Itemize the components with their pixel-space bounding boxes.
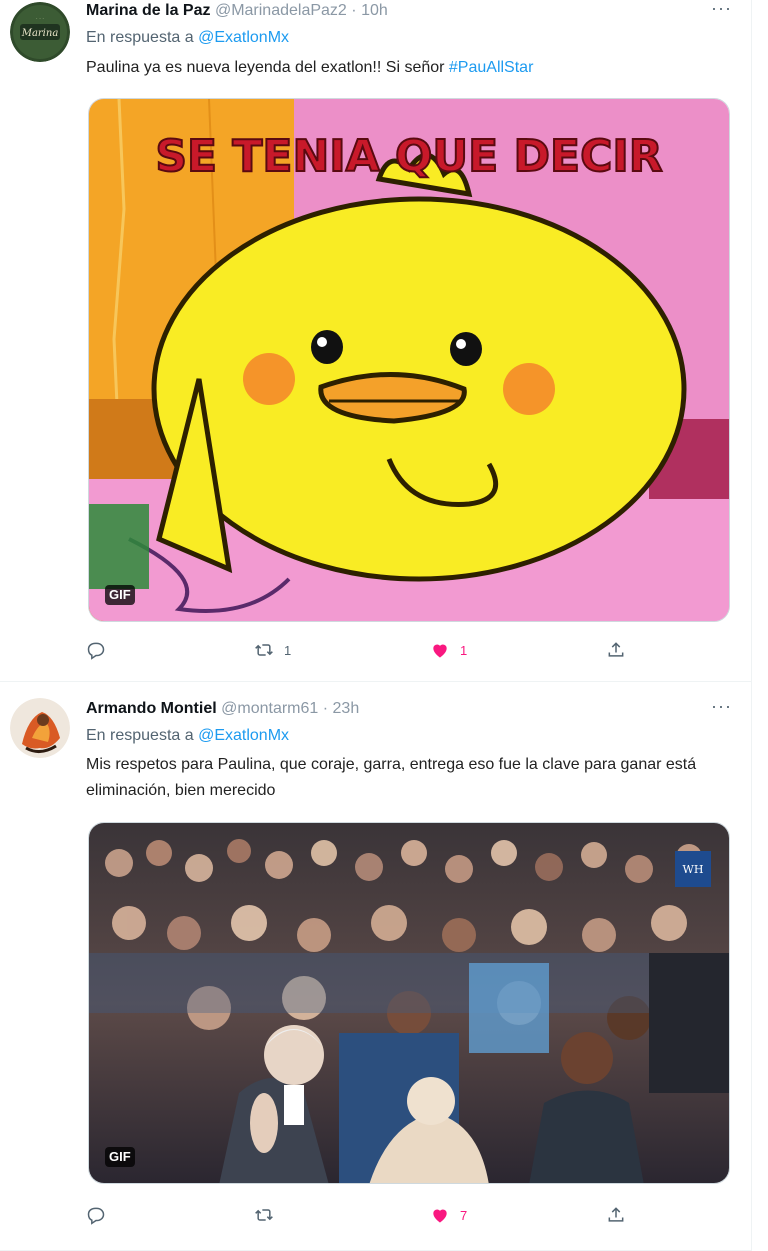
retweet-button[interactable]: 1 — [254, 638, 291, 662]
retweet-count: 1 — [284, 642, 292, 658]
timeline-feed: Marina · · · Marina de la Paz @Marinadel… — [0, 0, 752, 1251]
tweet-media-gif[interactable]: WH GIF — [88, 822, 730, 1184]
avatar[interactable] — [10, 698, 70, 758]
separator: · — [351, 2, 357, 19]
share-button[interactable] — [606, 1203, 626, 1227]
reply-icon — [87, 642, 105, 660]
crowd-applause-gif-image: WH — [89, 823, 729, 1183]
share-button[interactable] — [606, 638, 626, 662]
timestamp[interactable]: 10h — [361, 2, 388, 19]
reply-prefix: En respuesta a — [86, 29, 194, 46]
share-icon — [608, 1207, 624, 1222]
like-count: 7 — [460, 1207, 468, 1223]
tweet-media-gif[interactable]: SE TENIA QUE DECIR GIF — [88, 98, 730, 622]
reply-icon — [87, 1207, 105, 1225]
handle[interactable]: @MarinadelaPaz2 — [215, 2, 347, 19]
gif-caption: SE TENIA QUE DECIR — [155, 131, 662, 182]
svg-text:· · ·: · · · — [36, 16, 44, 22]
display-name[interactable]: Marina de la Paz — [86, 2, 211, 19]
like-button[interactable]: 1 — [430, 638, 467, 662]
handle[interactable]: @montarm61 — [221, 700, 318, 717]
tweet-actions: 1 1 — [86, 638, 646, 662]
reply-button[interactable] — [86, 1203, 116, 1227]
retweet-icon — [255, 1209, 273, 1221]
reply-context: En respuesta a @ExatlonMx — [86, 725, 289, 747]
more-icon[interactable]: ··· — [711, 697, 732, 715]
like-button[interactable]: 7 — [430, 1203, 467, 1227]
more-icon[interactable]: ··· — [711, 0, 732, 17]
share-icon — [608, 642, 624, 657]
tweet-header: Marina de la Paz @MarinadelaPaz2 · 10h ·… — [86, 0, 732, 22]
gif-badge: GIF — [105, 1147, 135, 1167]
chick-gif-image: SE TENIA QUE DECIR — [89, 99, 729, 621]
tweet[interactable]: Marina · · · Marina de la Paz @Marinadel… — [0, 0, 752, 682]
tweet-header: Armando Montiel @montarm61 · 23h ··· — [86, 697, 732, 720]
timestamp[interactable]: 23h — [333, 700, 360, 717]
display-name[interactable]: Armando Montiel — [86, 700, 217, 717]
retweet-icon — [255, 644, 273, 656]
reply-context: En respuesta a @ExatlonMx — [86, 27, 289, 49]
tweet-text: Mis respetos para Paulina, que coraje, g… — [86, 756, 697, 799]
reply-button[interactable] — [86, 638, 116, 662]
reply-mention-link[interactable]: @ExatlonMx — [198, 727, 289, 744]
tweet-text-body: Paulina ya es nueva leyenda del exatlon!… — [86, 59, 449, 76]
like-count: 1 — [460, 642, 468, 658]
avatar[interactable]: Marina · · · — [10, 2, 70, 62]
hashtag-link[interactable]: #PauAllStar — [449, 59, 534, 76]
tweet[interactable]: Armando Montiel @montarm61 · 23h ··· En … — [0, 682, 752, 1251]
heart-icon — [433, 1209, 447, 1223]
gif-badge: GIF — [105, 585, 135, 605]
heart-icon — [433, 644, 447, 658]
tweet-text: Paulina ya es nueva leyenda del exatlon!… — [86, 55, 726, 81]
reply-prefix: En respuesta a — [86, 727, 194, 744]
retweet-button[interactable] — [254, 1203, 284, 1227]
tweet-actions: 7 — [86, 1203, 646, 1227]
svg-text:Marina: Marina — [21, 28, 59, 39]
watermark-text: WH — [683, 863, 704, 876]
separator: · — [322, 700, 329, 717]
reply-mention-link[interactable]: @ExatlonMx — [198, 29, 289, 46]
